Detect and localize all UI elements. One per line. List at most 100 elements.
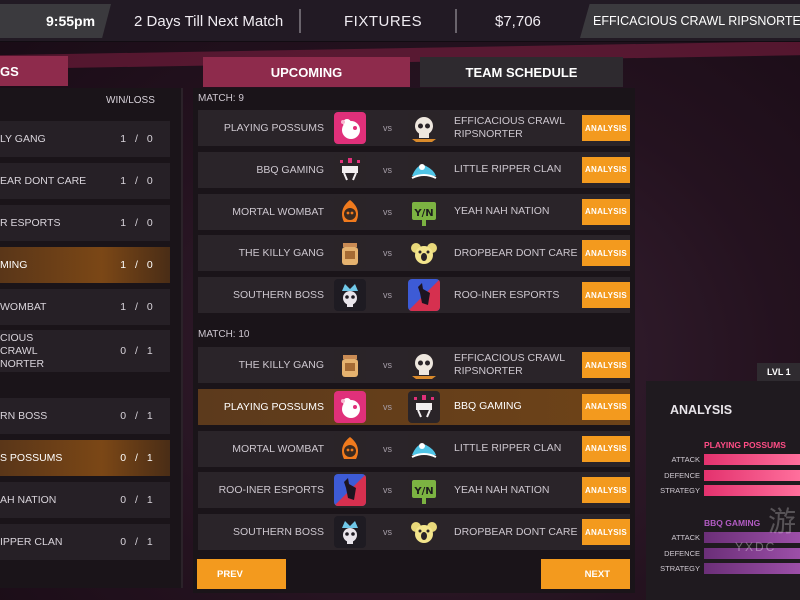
yn-sign-icon: Y/N bbox=[408, 195, 440, 228]
home-team-name: SOUTHERN BOSS bbox=[232, 526, 324, 539]
analysis-button[interactable]: ANALYSIS bbox=[582, 519, 630, 546]
tab-standings-label: GS bbox=[0, 63, 19, 79]
home-team-name: MORTAL WOMBAT bbox=[232, 205, 324, 218]
standings-team-name: S POSSUMS bbox=[0, 451, 63, 464]
level-badge: LVL 1 bbox=[757, 363, 800, 381]
away-team-name: EFFICACIOUS CRAWL RIPSNORTER bbox=[454, 352, 565, 377]
skull-icon bbox=[408, 112, 440, 144]
analysis-button[interactable]: ANALYSIS bbox=[582, 435, 630, 462]
fixture-row[interactable]: THE KILLY GANG vs EFFICACIOUS CRAWL RIPSNO… bbox=[198, 347, 630, 383]
jar-icon bbox=[334, 349, 366, 381]
divider bbox=[455, 9, 457, 33]
versus-label: vs bbox=[383, 290, 392, 301]
stat-bar bbox=[704, 454, 800, 465]
fixture-row[interactable]: THE KILLY GANG vs DROPBEAR DONT CARE ANALYS… bbox=[198, 235, 630, 272]
stat-bar bbox=[704, 485, 800, 496]
fixture-row[interactable]: BBQ GAMING vs LITTLE RIPPER CLAN ANALYSIS bbox=[198, 151, 630, 188]
analysis-button[interactable]: ANALYSIS bbox=[582, 393, 630, 420]
standings-win-loss: 0 / 1 bbox=[120, 345, 156, 357]
stat-label: STRATEGY bbox=[660, 564, 700, 573]
wave-icon bbox=[408, 153, 440, 186]
standings-team-name: IPPER CLAN bbox=[0, 535, 63, 548]
fixture-row[interactable]: SOUTHERN BOSS vs DROPBEAR DONT CARE ANALYSI… bbox=[198, 514, 630, 551]
jar-icon bbox=[334, 237, 366, 270]
away-team-name: BBQ GAMING bbox=[454, 400, 522, 413]
standings-row[interactable]: RN BOSS 0 / 1 bbox=[0, 398, 170, 434]
match-round-label: MATCH: 10 bbox=[198, 329, 250, 340]
tab-team-schedule[interactable]: TEAM SCHEDULE bbox=[420, 57, 623, 87]
standings-win-loss: 0 / 1 bbox=[120, 410, 156, 422]
wave-icon bbox=[408, 432, 440, 465]
game-clock: 9:55pm bbox=[0, 4, 111, 38]
away-team-name: LITTLE RIPPER CLAN bbox=[454, 163, 562, 176]
away-team-name: EFFICACIOUS CRAWL RIPSNORTER bbox=[454, 115, 565, 140]
fixture-row[interactable]: MORTAL WOMBAT vs Y/N YEAH NAH NATION ANALYSI… bbox=[198, 193, 630, 230]
stat-label: ATTACK bbox=[671, 533, 700, 542]
wombat-flame-icon bbox=[334, 195, 366, 228]
divider bbox=[299, 9, 301, 33]
versus-label: vs bbox=[383, 485, 392, 496]
match-round-label: MATCH: 9 bbox=[198, 93, 244, 104]
analysis-button[interactable]: ANALYSIS bbox=[582, 240, 630, 267]
analysis-button[interactable]: ANALYSIS bbox=[582, 477, 630, 504]
svg-text:Y/N: Y/N bbox=[413, 486, 433, 497]
analysis-team-name: PLAYING POSSUMS bbox=[704, 440, 786, 450]
away-team-name: YEAH NAH NATION bbox=[454, 483, 550, 496]
home-team-name: PLAYING POSSUMS bbox=[223, 122, 324, 134]
screen-title: FIXTURES bbox=[344, 12, 423, 30]
standings-row[interactable]: R ESPORTS 1 / 0 bbox=[0, 205, 170, 241]
koala-icon bbox=[408, 237, 440, 270]
analysis-button[interactable]: ANALYSIS bbox=[582, 115, 630, 141]
standings-row[interactable]: WOMBAT 1 / 0 bbox=[0, 289, 170, 325]
standings-win-loss: 1 / 0 bbox=[120, 301, 156, 313]
prev-button[interactable]: PREV bbox=[197, 559, 286, 589]
analysis-team-name: BBQ GAMING bbox=[704, 518, 761, 528]
analysis-button[interactable]: ANALYSIS bbox=[582, 198, 630, 225]
standings-row[interactable]: EAR DONT CARE 1 / 0 bbox=[0, 163, 170, 199]
stat-label: STRATEGY bbox=[660, 486, 700, 495]
standings-team-name: RN BOSS bbox=[0, 409, 48, 422]
standings-row[interactable]: IPPER CLAN 0 / 1 bbox=[0, 524, 170, 560]
home-team-name: MORTAL WOMBAT bbox=[232, 442, 324, 455]
home-team-name: BBQ GAMING bbox=[256, 163, 324, 176]
away-team-name: ROO-INER ESPORTS bbox=[454, 288, 560, 301]
home-team-name: PLAYING POSSUMS bbox=[223, 400, 324, 413]
fixture-row[interactable]: PLAYING POSSUMS vs EFFICACIOUS CRAWL RIPSN… bbox=[198, 110, 630, 146]
standings-team-name: R ESPORTS bbox=[0, 216, 61, 229]
fixture-row[interactable]: ROO-INER ESPORTS vs Y/N YEAH NAH NATION ANAL… bbox=[198, 472, 630, 509]
fixture-row[interactable]: MORTAL WOMBAT vs LITTLE RIPPER CLAN ANALYSI… bbox=[198, 430, 630, 467]
bbq-grill-icon bbox=[408, 390, 440, 423]
tab-standings[interactable]: GS bbox=[0, 56, 68, 86]
crown-skull-icon bbox=[334, 279, 366, 312]
analysis-button[interactable]: ANALYSIS bbox=[582, 352, 630, 378]
versus-label: vs bbox=[383, 206, 392, 217]
standings-row[interactable]: MING 1 / 0 bbox=[0, 247, 170, 283]
home-team-name: THE KILLY GANG bbox=[238, 247, 324, 260]
standings-row[interactable]: CIOUS CRAWL NORTER 0 / 1 bbox=[0, 330, 170, 372]
away-team-name: YEAH NAH NATION bbox=[454, 205, 550, 218]
standings-team-name: EAR DONT CARE bbox=[0, 174, 87, 187]
possum-icon bbox=[334, 112, 366, 144]
crown-skull-icon bbox=[334, 516, 366, 549]
fixture-row[interactable]: PLAYING POSSUMS vs BBQ GAMING ANALYSIS bbox=[198, 388, 630, 425]
stat-label: DEFENCE bbox=[664, 548, 700, 558]
standings-row[interactable]: S POSSUMS 0 / 1 bbox=[0, 440, 170, 476]
money-balance: $7,706 bbox=[495, 12, 541, 30]
home-team-name: SOUTHERN BOSS bbox=[232, 289, 324, 302]
stat-label: DEFENCE bbox=[664, 470, 700, 480]
analysis-button[interactable]: ANALYSIS bbox=[582, 156, 630, 183]
stat-bar-fill bbox=[704, 563, 800, 574]
tab-upcoming[interactable]: UPCOMING bbox=[203, 57, 410, 87]
stat-bar bbox=[704, 563, 800, 574]
home-team-name: ROO-INER ESPORTS bbox=[218, 484, 324, 497]
standings-team-name: LY GANG bbox=[0, 132, 46, 145]
standings-row[interactable]: AH NATION 0 / 1 bbox=[0, 482, 170, 518]
away-team-name: DROPBEAR DONT CARE bbox=[454, 246, 578, 259]
stat-bar-fill bbox=[704, 485, 800, 496]
analysis-button[interactable]: ANALYSIS bbox=[582, 282, 630, 309]
versus-label: vs bbox=[383, 248, 392, 259]
fixture-row[interactable]: SOUTHERN BOSS vs ROO-INER ESPORTS ANALYSIS bbox=[198, 277, 630, 314]
kangaroo-icon bbox=[408, 279, 440, 312]
standings-row[interactable]: LY GANG 1 / 0 bbox=[0, 121, 170, 157]
next-button[interactable]: NEXT bbox=[541, 559, 630, 589]
